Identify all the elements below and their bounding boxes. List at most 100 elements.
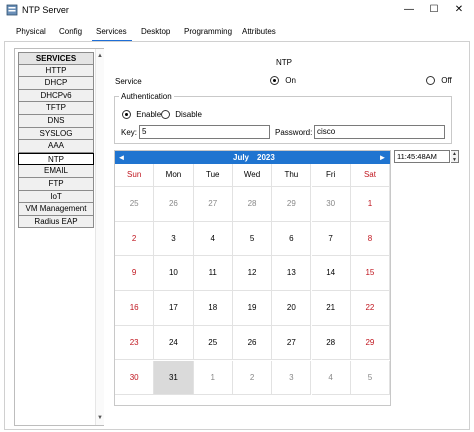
next-month-icon[interactable]: ► bbox=[377, 152, 388, 163]
calendar-day[interactable]: 27 bbox=[193, 187, 233, 222]
radio-checked-icon[interactable] bbox=[270, 76, 279, 86]
password-input[interactable]: cisco bbox=[314, 125, 445, 139]
calendar-day[interactable]: 29 bbox=[350, 325, 391, 361]
calendar-day[interactable]: 13 bbox=[272, 256, 312, 292]
service-item-iot[interactable]: IoT bbox=[18, 190, 94, 204]
maximize-button[interactable]: ☐ bbox=[421, 2, 447, 18]
auth-enable-label: Enable bbox=[136, 110, 162, 119]
weekday-header: Tue bbox=[193, 164, 233, 187]
calendar-day[interactable]: 4 bbox=[311, 360, 351, 396]
service-item-dhcp[interactable]: DHCP bbox=[18, 77, 94, 90]
calendar-day[interactable]: 5 bbox=[232, 221, 273, 257]
calendar-day[interactable]: 24 bbox=[154, 325, 194, 361]
minimize-button[interactable]: — bbox=[396, 2, 422, 18]
calendar-day[interactable]: 10 bbox=[154, 256, 194, 292]
calendar-day[interactable]: 26 bbox=[232, 325, 273, 361]
calendar-day[interactable]: 3 bbox=[154, 221, 194, 257]
calendar-day[interactable]: 19 bbox=[232, 291, 273, 326]
weekday-header: Sun bbox=[115, 164, 155, 187]
service-on-radio[interactable]: On bbox=[270, 76, 296, 86]
calendar-day[interactable]: 28 bbox=[311, 325, 351, 361]
services-list: SERVICES HTTP DHCP DHCPv6 TFTP DNS SYSLO… bbox=[18, 52, 94, 229]
auth-disable-radio[interactable]: Disable bbox=[161, 110, 202, 120]
service-off-label: Off bbox=[441, 76, 452, 85]
calendar-day[interactable]: 9 bbox=[115, 256, 155, 292]
tab-config[interactable]: Config bbox=[59, 27, 82, 36]
service-item-aaa[interactable]: AAA bbox=[18, 140, 94, 153]
calendar: ◄ July 2023 ► Sun Mon Tue Wed Thu Fri Sat 25 26 2… bbox=[114, 150, 391, 406]
calendar-day[interactable]: 22 bbox=[350, 291, 391, 326]
auth-disable-label: Disable bbox=[175, 110, 202, 119]
calendar-day[interactable]: 14 bbox=[311, 256, 351, 292]
calendar-day[interactable]: 21 bbox=[311, 291, 351, 326]
service-item-vm-management[interactable]: VM Management bbox=[18, 203, 94, 216]
app-icon bbox=[6, 4, 18, 16]
calendar-day[interactable]: 1 bbox=[350, 187, 391, 222]
calendar-day[interactable]: 6 bbox=[272, 221, 312, 257]
calendar-day[interactable]: 29 bbox=[272, 187, 312, 222]
tab-programming[interactable]: Programming bbox=[184, 27, 232, 36]
service-item-ftp[interactable]: FTP bbox=[18, 177, 94, 191]
weekday-header: Mon bbox=[154, 164, 194, 187]
radio-unchecked-icon[interactable] bbox=[426, 76, 435, 86]
service-item-http[interactable]: HTTP bbox=[18, 64, 94, 78]
calendar-day[interactable]: 5 bbox=[350, 360, 391, 396]
radio-unchecked-icon[interactable] bbox=[161, 110, 170, 120]
calendar-day[interactable]: 23 bbox=[115, 325, 155, 361]
calendar-day[interactable]: 25 bbox=[193, 325, 233, 361]
calendar-day[interactable]: 30 bbox=[115, 360, 155, 396]
key-input[interactable]: 5 bbox=[139, 125, 270, 139]
service-item-email[interactable]: EMAIL bbox=[18, 165, 94, 178]
calendar-day[interactable]: 1 bbox=[193, 360, 233, 396]
service-item-syslog[interactable]: SYSLOG bbox=[18, 127, 94, 141]
tab-services[interactable]: Services bbox=[96, 27, 127, 37]
tab-desktop[interactable]: Desktop bbox=[141, 27, 170, 36]
password-label: Password: bbox=[275, 128, 313, 137]
calendar-day[interactable]: 25 bbox=[115, 187, 155, 222]
weekday-header: Thu bbox=[272, 164, 312, 187]
calendar-day[interactable]: 15 bbox=[350, 256, 391, 292]
calendar-day[interactable]: 28 bbox=[232, 187, 273, 222]
auth-enable-radio[interactable]: Enable bbox=[122, 110, 162, 120]
close-button[interactable]: ✕ bbox=[446, 2, 472, 18]
service-item-radius-eap[interactable]: Radius EAP bbox=[18, 215, 94, 229]
service-item-ntp[interactable]: NTP bbox=[18, 152, 94, 166]
weekday-header: Fri bbox=[311, 164, 351, 187]
radio-checked-icon[interactable] bbox=[122, 110, 131, 120]
service-item-tftp[interactable]: TFTP bbox=[18, 102, 94, 115]
calendar-day[interactable]: 30 bbox=[311, 187, 351, 222]
service-item-dhcpv6[interactable]: DHCPv6 bbox=[18, 89, 94, 103]
calendar-day[interactable]: 8 bbox=[350, 221, 391, 257]
calendar-day[interactable]: 27 bbox=[272, 325, 312, 361]
spin-down-icon[interactable]: ▼ bbox=[451, 157, 458, 163]
time-input[interactable]: 11:45:48AM bbox=[394, 150, 450, 163]
calendar-day[interactable]: 7 bbox=[311, 221, 351, 257]
calendar-day[interactable]: 2 bbox=[115, 221, 155, 257]
weekday-header: Wed bbox=[232, 164, 273, 187]
calendar-day[interactable]: 18 bbox=[193, 291, 233, 326]
scroll-down-icon[interactable]: ▼ bbox=[96, 413, 104, 423]
calendar-day[interactable]: 31 bbox=[154, 360, 194, 396]
services-header: SERVICES bbox=[18, 52, 94, 65]
services-scrollbar[interactable]: ▲ ▼ bbox=[95, 49, 104, 425]
title-bar: NTP Server — ☐ ✕ bbox=[0, 0, 474, 20]
calendar-day[interactable]: 12 bbox=[232, 256, 273, 292]
calendar-day[interactable]: 20 bbox=[272, 291, 312, 326]
calendar-day[interactable]: 3 bbox=[272, 360, 312, 396]
calendar-year[interactable]: 2023 bbox=[257, 153, 275, 162]
service-off-radio[interactable]: Off bbox=[426, 76, 452, 86]
service-item-dns[interactable]: DNS bbox=[18, 114, 94, 128]
time-spinner[interactable]: ▲ ▼ bbox=[451, 150, 459, 163]
calendar-month[interactable]: July bbox=[233, 153, 249, 162]
tab-physical[interactable]: Physical bbox=[16, 27, 46, 36]
calendar-day[interactable]: 2 bbox=[232, 360, 273, 396]
calendar-header: ◄ July 2023 ► bbox=[115, 151, 390, 164]
calendar-day[interactable]: 26 bbox=[154, 187, 194, 222]
calendar-day[interactable]: 16 bbox=[115, 291, 155, 326]
calendar-day[interactable]: 17 bbox=[154, 291, 194, 326]
tab-attributes[interactable]: Attributes bbox=[242, 27, 276, 36]
calendar-day[interactable]: 4 bbox=[193, 221, 233, 257]
prev-month-icon[interactable]: ◄ bbox=[116, 152, 127, 163]
calendar-day[interactable]: 11 bbox=[193, 256, 233, 292]
scroll-up-icon[interactable]: ▲ bbox=[96, 51, 104, 61]
